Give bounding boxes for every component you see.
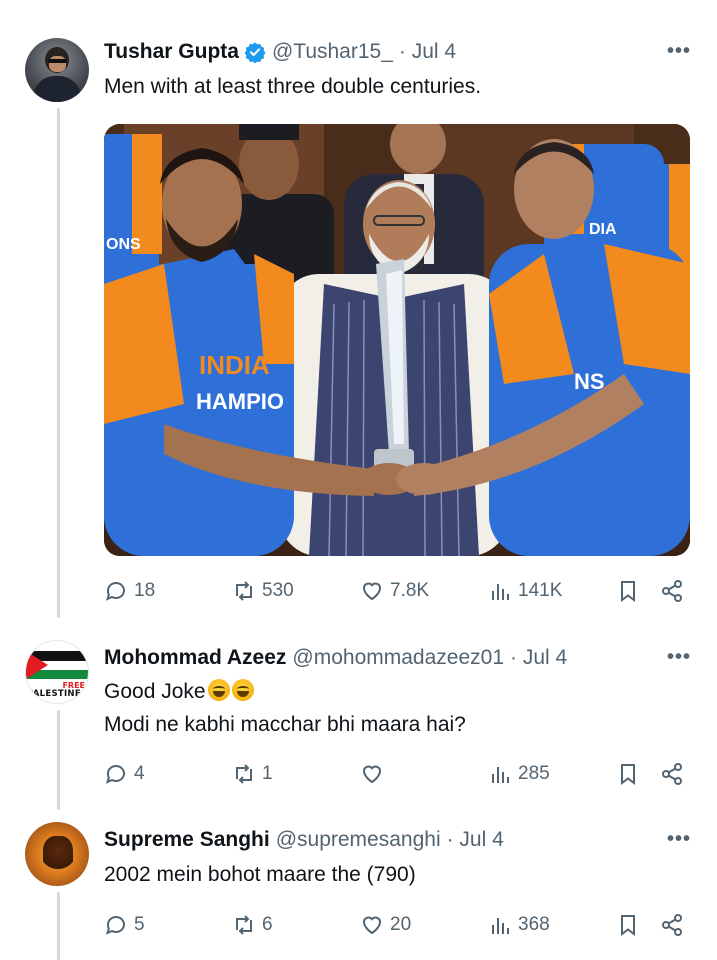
bookmark-button[interactable] <box>616 576 646 606</box>
avatar[interactable]: FREE PALESTINE <box>25 640 89 704</box>
like-icon <box>362 582 382 601</box>
tweet-date[interactable]: · Jul 4 <box>510 646 567 670</box>
tweet-text: Men with at least three double centuries… <box>104 75 482 98</box>
bookmark-icon <box>621 764 635 785</box>
reply-count: 5 <box>134 914 145 935</box>
share-button[interactable] <box>660 576 690 606</box>
views-button[interactable]: 141K <box>488 576 562 606</box>
share-icon <box>662 763 682 785</box>
bookmark-button[interactable] <box>616 759 646 789</box>
tweet-header: Mohommad Azeez @mohommadazeez01 · Jul 4 <box>104 644 567 672</box>
laughing-emoji-icon <box>207 679 230 701</box>
reply-button[interactable]: 18 <box>104 576 155 606</box>
thread-line <box>57 710 60 810</box>
verified-icon <box>244 42 266 63</box>
views-count: 141K <box>518 580 563 601</box>
share-button[interactable] <box>660 910 690 940</box>
like-count: 20 <box>390 914 412 935</box>
bookmark-button[interactable] <box>616 910 646 940</box>
more-icon[interactable]: ••• <box>667 828 691 851</box>
tweet-actions: 18 530 7.8K 141K <box>104 576 694 606</box>
views-button[interactable]: 368 <box>488 910 550 940</box>
retweet-count: 6 <box>262 914 273 935</box>
share-icon <box>662 914 682 936</box>
views-count: 368 <box>518 914 550 935</box>
retweet-icon <box>236 915 252 935</box>
like-icon <box>362 765 382 784</box>
tweet-date[interactable]: · Jul 4 <box>399 40 456 64</box>
tweet-photo[interactable]: ONS DIA INDIA HAMPIO NS <box>104 124 690 556</box>
views-icon <box>492 918 509 934</box>
reply-icon <box>105 582 125 601</box>
more-icon[interactable]: ••• <box>667 40 691 63</box>
share-icon <box>662 580 682 602</box>
like-button[interactable]: 7.8K <box>360 576 429 606</box>
reply-count: 4 <box>134 763 145 784</box>
avatar[interactable] <box>25 38 89 102</box>
author-name[interactable]: Tushar Gupta <box>104 40 239 64</box>
photo-illustration: ONS DIA INDIA HAMPIO NS <box>104 124 690 556</box>
retweet-button[interactable]: 6 <box>232 910 273 940</box>
retweet-button[interactable]: 530 <box>232 576 294 606</box>
author-handle[interactable]: @mohommadazeez01 <box>292 646 504 670</box>
jersey-text: ONS <box>106 236 141 253</box>
views-button[interactable]: 285 <box>488 759 550 789</box>
tweet-header: Tushar Gupta @Tushar15_ · Jul 4 <box>104 38 456 66</box>
like-button[interactable]: 20 <box>360 910 411 940</box>
like-count: 7.8K <box>390 580 430 601</box>
bookmark-icon <box>621 581 635 602</box>
avatar[interactable] <box>25 822 89 886</box>
jersey-text: INDIA <box>199 350 270 380</box>
author-handle[interactable]: @supremesanghi <box>276 828 441 852</box>
views-icon <box>492 584 509 600</box>
laughing-emoji-icon <box>231 679 254 701</box>
author-name[interactable]: Supreme Sanghi <box>104 828 270 852</box>
tweet-date[interactable]: · Jul 4 <box>447 828 504 852</box>
share-button[interactable] <box>660 759 690 789</box>
tweet-text: 2002 mein bohot maare the (790) <box>104 863 416 886</box>
retweet-count: 1 <box>262 763 273 784</box>
reply-icon <box>105 916 125 935</box>
reply-button[interactable]: 4 <box>104 759 145 789</box>
author-handle[interactable]: @Tushar15_ <box>272 40 393 64</box>
more-icon[interactable]: ••• <box>667 646 691 669</box>
tweet-header: Supreme Sanghi @supremesanghi · Jul 4 <box>104 826 504 854</box>
tweet-actions: 4 1 285 <box>104 759 694 789</box>
tweet-text-line: Good Joke <box>104 680 206 703</box>
reply-button[interactable]: 5 <box>104 910 145 940</box>
jersey-text: HAMPIO <box>196 389 284 414</box>
author-name[interactable]: Mohommad Azeez <box>104 646 286 670</box>
bookmark-icon <box>621 915 635 936</box>
views-count: 285 <box>518 763 550 784</box>
retweet-icon <box>236 581 252 601</box>
jersey-text: DIA <box>589 221 617 238</box>
tweet-text: Good Joke Modi ne kabhi macchar bhi maar… <box>104 675 466 741</box>
thread-line <box>57 892 60 960</box>
avatar-text: PALESTINE <box>27 689 81 699</box>
tweet-actions: 5 6 20 368 <box>104 910 694 940</box>
reply-count: 18 <box>134 580 156 601</box>
thread-line <box>57 108 60 618</box>
like-button[interactable] <box>360 759 390 789</box>
like-icon <box>362 916 382 935</box>
retweet-count: 530 <box>262 580 294 601</box>
retweet-icon <box>236 764 252 784</box>
views-icon <box>492 767 509 783</box>
tweet-text-line: Modi ne kabhi macchar bhi maara hai? <box>104 713 466 736</box>
retweet-button[interactable]: 1 <box>232 759 273 789</box>
reply-icon <box>105 765 125 784</box>
